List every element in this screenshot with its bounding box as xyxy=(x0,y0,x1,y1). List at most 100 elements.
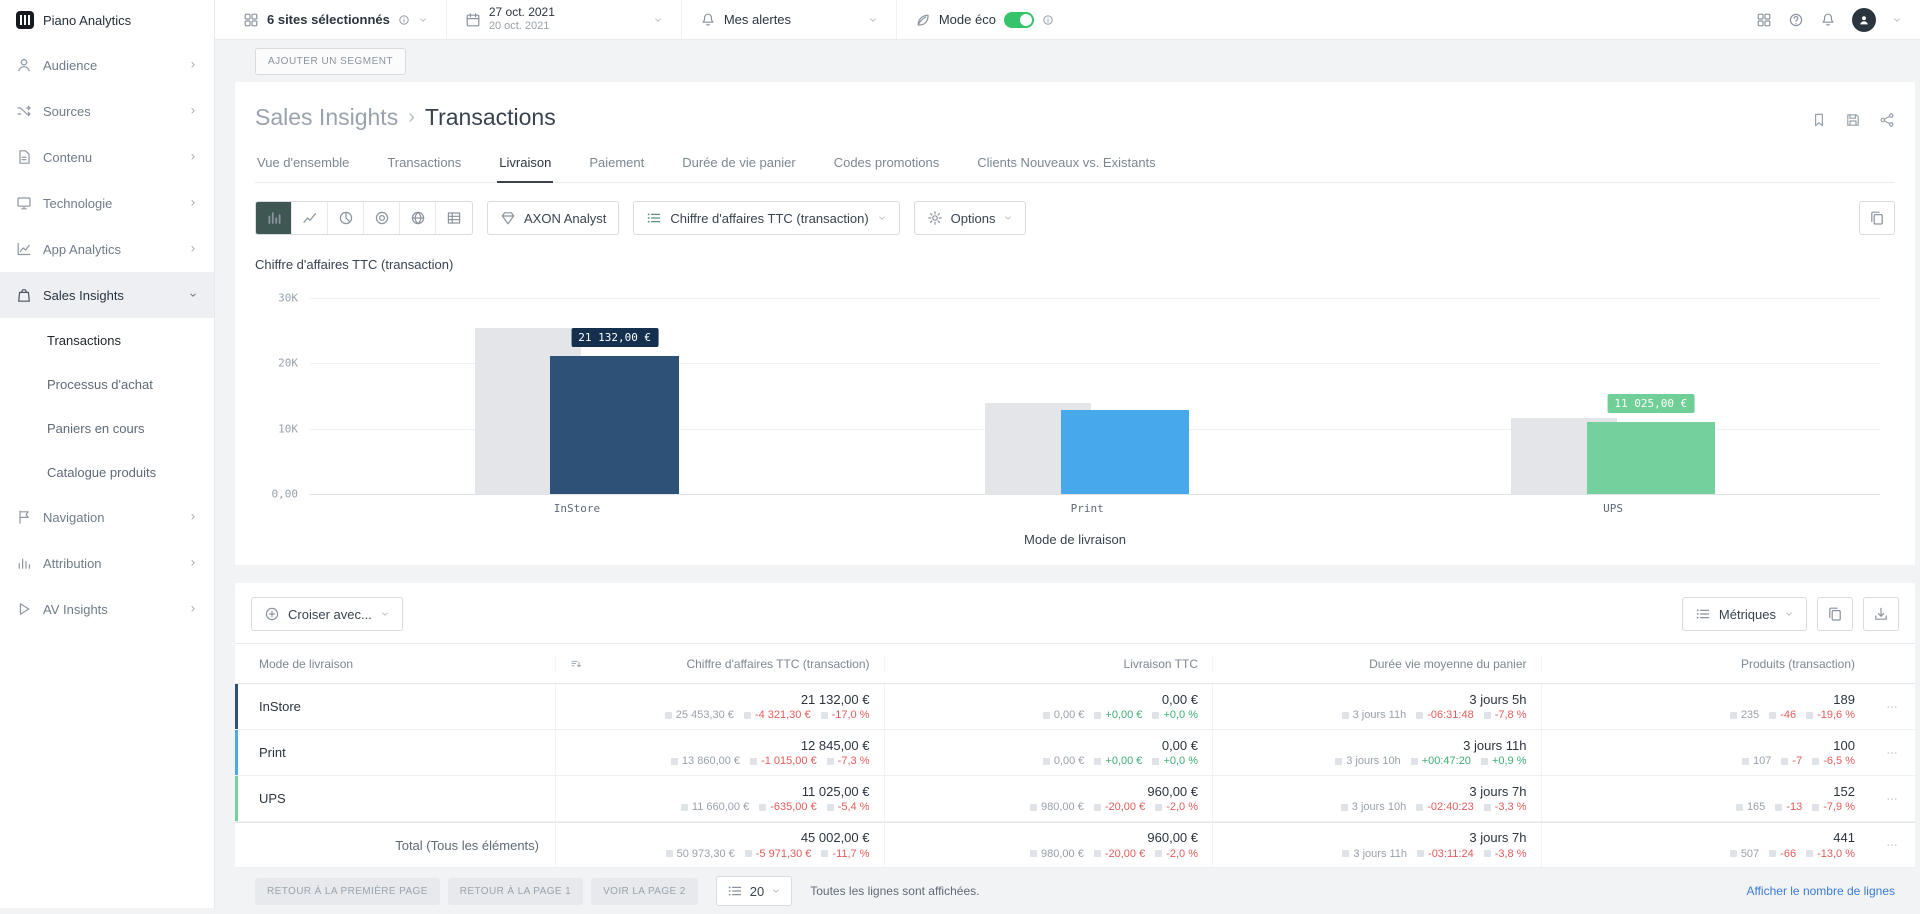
export-table-button[interactable] xyxy=(1863,597,1899,631)
chart-type-bar-button[interactable] xyxy=(256,202,292,234)
save-icon[interactable] xyxy=(1845,112,1861,128)
chevron-down-icon[interactable] xyxy=(1892,15,1902,25)
chart-type-pie-button[interactable] xyxy=(328,202,364,234)
breadcrumb-parent[interactable]: Sales Insights xyxy=(255,104,398,131)
chart-type-table-button[interactable] xyxy=(436,202,472,234)
axon-analyst-button[interactable]: AXON Analyst xyxy=(487,201,620,235)
tab-clients-nouveaux-vs-existants[interactable]: Clients Nouveaux vs. Existants xyxy=(975,145,1157,182)
bar-group-ups: 11 025,00 € UPS xyxy=(1511,298,1716,515)
bar-current-period[interactable] xyxy=(1586,421,1716,494)
column-header-chiffre-d-affaires-ttc-transaction[interactable]: Chiffre d'affaires TTC (transaction) xyxy=(555,656,884,671)
share-icon[interactable] xyxy=(1879,112,1895,128)
tab-codes-promotions[interactable]: Codes promotions xyxy=(832,145,942,182)
bar-current-period[interactable] xyxy=(550,355,679,494)
sidebar-item-technologie[interactable]: Technologie xyxy=(0,180,214,226)
cell-comparison: 13 860,00 € -1 015,00 € -7,3 % xyxy=(670,755,870,767)
column-header-mode-de-livraison[interactable]: Mode de livraison xyxy=(235,657,555,671)
dots-icon[interactable] xyxy=(1886,793,1898,805)
tab-vue-d-ensemble[interactable]: Vue d'ensemble xyxy=(255,145,351,182)
table-row-print[interactable]: Print 12 845,00 € 13 860,00 € -1 015,00 € -7… xyxy=(235,730,1915,776)
previous-value: 25 453,30 € xyxy=(664,709,734,721)
bar-current-period[interactable] xyxy=(1060,410,1190,494)
cell-main-value: 189 xyxy=(1833,691,1855,707)
play-icon xyxy=(16,601,32,617)
add-segment-button[interactable]: AJOUTER UN SEGMENT xyxy=(255,47,407,75)
bar-group-print: Print xyxy=(985,298,1190,515)
sidebar-item-av-insights[interactable]: AV Insights xyxy=(0,586,214,632)
apps-grid-icon[interactable] xyxy=(1756,12,1772,28)
tab-dur-e-de-vie-panier[interactable]: Durée de vie panier xyxy=(680,145,797,182)
sidebar-item-app-analytics[interactable]: App Analytics xyxy=(0,226,214,272)
percent-change: -3,8 % xyxy=(1483,848,1527,860)
clipboard-icon xyxy=(1827,606,1843,622)
info-icon[interactable] xyxy=(398,14,410,26)
alerts-selector[interactable]: Mes alertes xyxy=(682,0,897,39)
table-row-total-tous-les-l-ments[interactable]: Total (Tous les éléments) 45 002,00 € 50 9… xyxy=(235,822,1915,868)
chevron-down-icon xyxy=(877,213,887,223)
bookmark-icon[interactable] xyxy=(1811,112,1827,128)
info-icon[interactable] xyxy=(1042,14,1054,26)
column-header-livraison-ttc[interactable]: Livraison TTC xyxy=(883,656,1213,671)
help-icon[interactable] xyxy=(1788,12,1804,28)
tab-transactions[interactable]: Transactions xyxy=(385,145,463,182)
sidebar-item-attribution[interactable]: Attribution xyxy=(0,540,214,586)
tab-paiement[interactable]: Paiement xyxy=(587,145,646,182)
previous-value: 3 jours 10h xyxy=(1340,801,1406,813)
sidebar-subitem-catalogue-produits[interactable]: Catalogue produits xyxy=(0,450,214,494)
first-page-button[interactable]: RETOUR À LA PREMIÈRE PAGE xyxy=(255,877,440,905)
percent-change: -13,0 % xyxy=(1806,848,1855,860)
sort-icon[interactable] xyxy=(570,658,582,670)
options-dropdown[interactable]: Options xyxy=(913,201,1027,235)
table-row-ups[interactable]: UPS 11 025,00 € 11 660,00 € -635,00 € -5,4 %… xyxy=(235,776,1915,822)
dots-icon[interactable] xyxy=(1886,839,1898,851)
cell-main-value: 960,00 € xyxy=(1147,783,1198,799)
chart-type-line-button[interactable] xyxy=(292,202,328,234)
rows-per-page-select[interactable]: 20 xyxy=(715,876,793,906)
eco-mode-toggle[interactable] xyxy=(1003,11,1034,28)
chart-type-group xyxy=(255,201,473,235)
cell-main-value: 3 jours 11h xyxy=(1463,737,1527,753)
clipboard-icon xyxy=(1869,210,1885,226)
page-1-button[interactable]: RETOUR À LA PAGE 1 xyxy=(447,877,584,905)
sidebar-item-label: Technologie xyxy=(43,195,113,211)
sidebar-item-sources[interactable]: Sources xyxy=(0,88,214,134)
brand[interactable]: Piano Analytics xyxy=(0,0,214,40)
sidebar-item-navigation[interactable]: Navigation xyxy=(0,494,214,540)
chart-type-donut-button[interactable] xyxy=(364,202,400,234)
tab-livraison[interactable]: Livraison xyxy=(497,145,554,183)
sidebar-subitem-transactions[interactable]: Transactions xyxy=(0,318,214,362)
previous-value: 3 jours 11h xyxy=(1341,709,1406,721)
dots-icon[interactable] xyxy=(1886,701,1898,713)
column-header-dur-e-vie-moyenne-du-panier[interactable]: Durée vie moyenne du panier xyxy=(1212,656,1541,671)
sidebar-item-contenu[interactable]: Contenu xyxy=(0,134,214,180)
chevron-right-icon xyxy=(188,604,198,614)
cell-comparison: 50 973,30 € -5 971,30 € -11,7 % xyxy=(665,848,870,860)
chart-type-map-button[interactable] xyxy=(400,202,436,234)
metric-dropdown[interactable]: Chiffre d'affaires TTC (transaction) xyxy=(633,201,900,235)
previous-value: 980,00 € xyxy=(1030,848,1084,860)
date-range-picker[interactable]: 27 oct. 2021 20 oct. 2021 xyxy=(447,0,682,39)
table-row-instore[interactable]: InStore 21 132,00 € 25 453,30 € -4 321,30 €… xyxy=(235,684,1915,730)
axon-analyst-label: AXON Analyst xyxy=(524,210,607,226)
copy-table-button[interactable] xyxy=(1817,597,1853,631)
calendar-icon xyxy=(465,12,481,28)
sidebar-subitem-processus-d-achat[interactable]: Processus d'achat xyxy=(0,362,214,406)
page-2-button[interactable]: VOIR LA PAGE 2 xyxy=(591,877,698,905)
x-tick-label: InStore xyxy=(553,502,601,515)
column-header-produits-transaction[interactable]: Produits (transaction) xyxy=(1540,656,1870,671)
row-name: InStore xyxy=(259,699,301,714)
copy-chart-button[interactable] xyxy=(1859,201,1895,235)
dots-icon[interactable] xyxy=(1886,747,1898,759)
metriques-dropdown[interactable]: Métriques xyxy=(1681,597,1807,631)
site-selector[interactable]: 6 sites sélectionnés xyxy=(225,0,447,39)
croiser-avec-dropdown[interactable]: Croiser avec... xyxy=(251,597,403,631)
avatar[interactable] xyxy=(1852,7,1876,32)
sidebar-item-audience[interactable]: Audience xyxy=(0,42,214,88)
sidebar-item-sales-insights[interactable]: Sales Insights xyxy=(0,272,214,318)
notifications-bell-icon[interactable] xyxy=(1820,12,1836,28)
sidebar-subitem-paniers-en-cours[interactable]: Paniers en cours xyxy=(0,406,214,450)
rows-count-link[interactable]: Afficher le nombre de lignes xyxy=(1746,884,1895,898)
percent-change: -2,0 % xyxy=(1155,801,1198,813)
chevron-right-icon xyxy=(188,198,198,208)
sidebar-item-label: Attribution xyxy=(43,555,102,571)
